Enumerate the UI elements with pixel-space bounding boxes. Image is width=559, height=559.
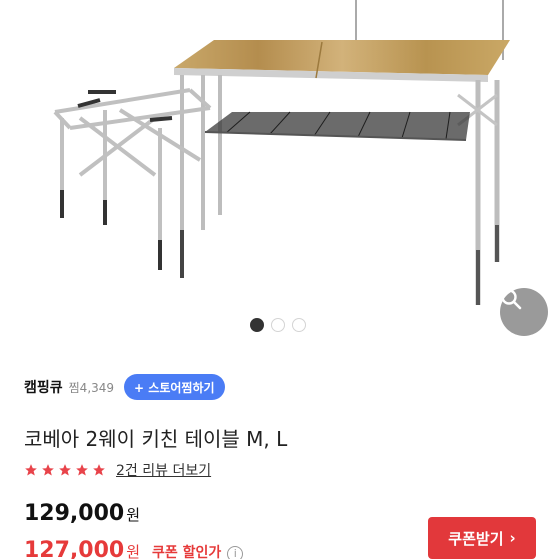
store-info: 캠핑큐 찜4,349 + 스토어찜하기 [24,374,225,400]
search-icon [501,289,522,310]
store-follow-button[interactable]: + 스토어찜하기 [124,374,225,400]
original-price-value: 129,000 [24,501,125,526]
star-icon [25,464,37,476]
coupon-button[interactable]: 쿠폰받기 › [428,517,536,559]
product-image-area[interactable] [0,0,559,345]
kitchen-table-photo [53,0,510,305]
sale-price-label: 쿠폰 할인가 [152,545,222,559]
sale-price: 127,000 원 쿠폰 할인가 i [24,538,244,559]
store-favorite-count: 찜4,349 [68,380,115,395]
zoom-button[interactable] [500,288,548,336]
carousel-dot-2[interactable] [271,318,285,332]
chevron-right-icon: › [509,529,516,547]
sale-price-value: 127,000 [24,538,125,559]
product-title: 코베아 2웨이 키친 테이블 M, L [24,427,288,451]
review-link[interactable]: 2건 리뷰 더보기 [116,460,211,480]
sale-price-unit: 원 [126,543,141,559]
star-icon [59,464,71,476]
coupon-button-label: 쿠폰받기 [448,529,504,548]
carousel-dot-3[interactable] [292,318,306,332]
image-carousel-indicator[interactable] [250,318,306,332]
original-price-unit: 원 [126,506,141,524]
info-icon[interactable]: i [227,545,244,559]
star-icon [93,464,105,476]
star-icon [76,464,88,476]
rating-row: 2건 리뷰 더보기 [24,460,211,480]
carousel-dot-1[interactable] [250,318,264,332]
rating-stars [24,463,106,477]
star-icon [42,464,54,476]
store-name[interactable]: 캠핑큐 [24,377,63,397]
original-price: 129,000 원 [24,501,140,526]
